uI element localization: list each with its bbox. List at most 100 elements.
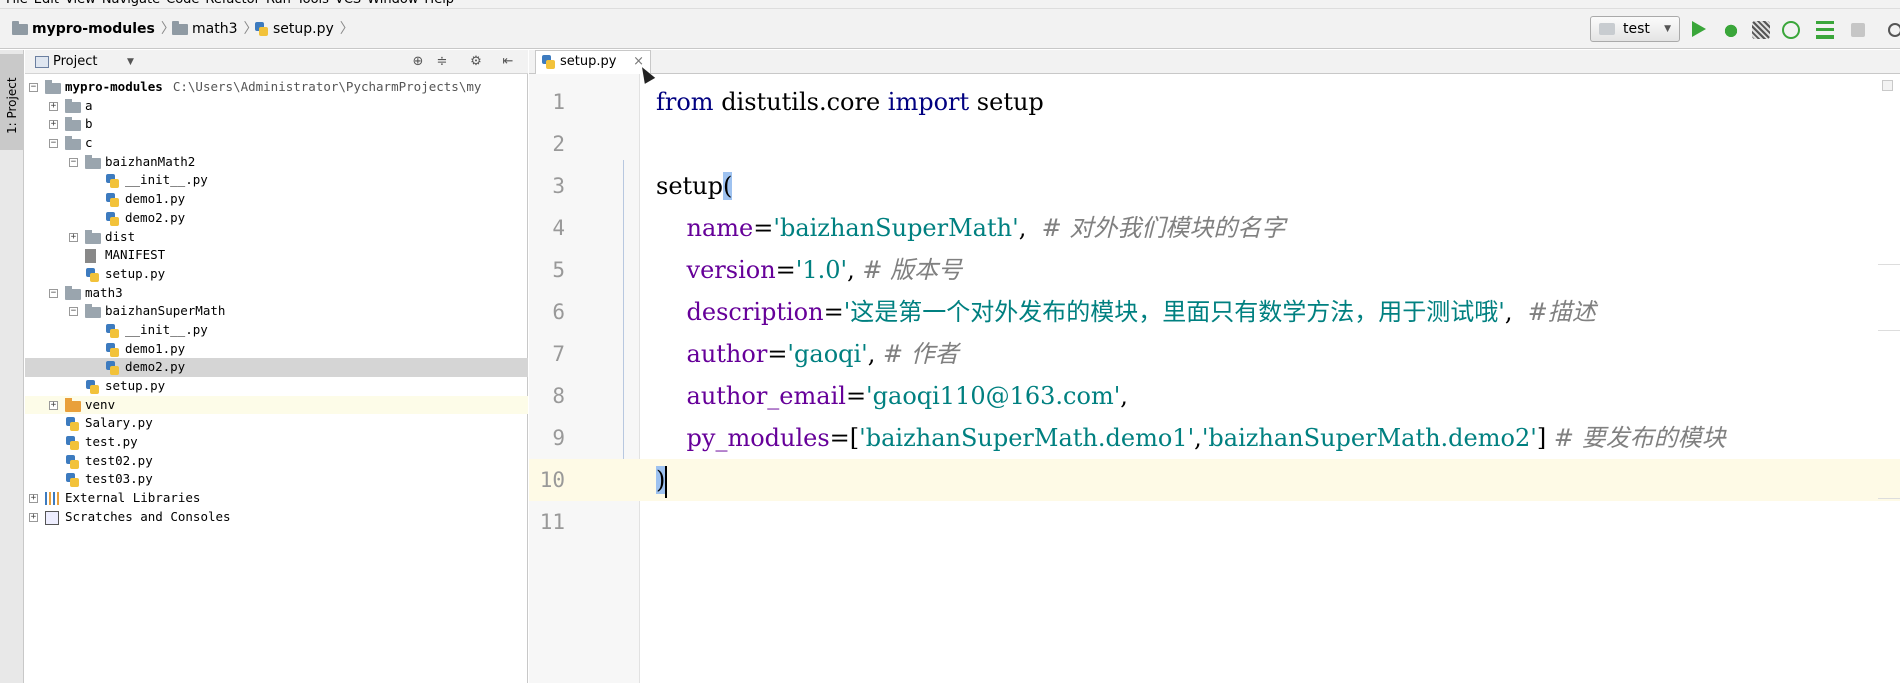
code-line[interactable]: 2 [529, 123, 1900, 165]
code-editor[interactable]: 1 from distutils.core import setup 2 3 setup… [529, 81, 1900, 543]
stop-icon[interactable] [1851, 23, 1865, 37]
breadcrumb-setup-py[interactable]: setup.py 〉 [254, 19, 354, 39]
tree-item-label: b [85, 116, 93, 132]
hide-panel-icon[interactable]: ⇤ [501, 55, 515, 69]
menu-item-navigate[interactable]: Navigate [102, 0, 160, 9]
gear-icon[interactable]: ⚙ [469, 55, 483, 69]
tree-item[interactable]: + a [25, 97, 528, 116]
search-icon[interactable] [1888, 23, 1900, 37]
collapse-all-icon[interactable]: ≑ [435, 55, 449, 69]
tree-item[interactable]: + External Libraries [25, 489, 528, 508]
tree-item[interactable]: test.py [25, 433, 528, 452]
code-token: from [656, 88, 714, 116]
menu-item-file[interactable]: File [6, 0, 28, 9]
code-line[interactable]: 1 from distutils.core import setup [529, 81, 1900, 123]
tree-item[interactable]: demo2.py [25, 209, 528, 228]
tree-item[interactable]: demo2.py [25, 358, 528, 377]
code-token: = [775, 256, 796, 284]
tree-item[interactable]: − c [25, 134, 528, 153]
tree-item[interactable]: + dist [25, 228, 528, 247]
code-token: =[ [829, 424, 860, 452]
code-token: , [847, 256, 863, 284]
expand-toggle-icon[interactable]: + [29, 494, 38, 504]
menu-item-view[interactable]: View [65, 0, 96, 9]
expand-toggle-icon[interactable]: + [49, 101, 58, 111]
code-line[interactable]: 8 author_email='gaoqi110@163.com', [529, 375, 1900, 417]
code-token: py_modules [656, 424, 830, 452]
breadcrumb-project[interactable]: mypro-modules 〉 [12, 19, 175, 39]
menu-item-run[interactable]: Run [266, 0, 291, 9]
code-line[interactable]: 7 author='gaoqi', # 作者 [529, 333, 1900, 375]
code-line[interactable]: 11 [529, 501, 1900, 543]
profile-icon[interactable] [1782, 21, 1800, 39]
breadcrumb-math3[interactable]: math3 〉 [172, 19, 258, 39]
code-line[interactable]: 10) [529, 459, 1900, 501]
code-line[interactable]: 3 setup( [529, 165, 1900, 207]
code-token: 'gaoqi110@163.com' [866, 382, 1121, 410]
menu-item-vcs[interactable]: VCS [335, 0, 361, 9]
menu-item-window[interactable]: Window [367, 0, 418, 9]
run-with-coverage-icon[interactable] [1752, 21, 1770, 39]
menu-item-help[interactable]: Help [424, 0, 454, 9]
tree-item[interactable]: − math3 [25, 284, 528, 303]
tree-item[interactable]: demo1.py [25, 340, 528, 359]
collapse-toggle-icon[interactable]: − [29, 83, 38, 92]
expand-toggle-icon[interactable]: + [49, 400, 58, 410]
menu-item-tools[interactable]: Tools [297, 0, 329, 9]
collapse-toggle-icon[interactable]: − [69, 307, 78, 317]
tree-item-label: baizhanMath2 [105, 153, 196, 169]
code-line[interactable]: 4 name='baizhanSuperMath', # 对外我们模块的名字 [529, 207, 1900, 249]
breadcrumb-label: math3 [192, 21, 238, 37]
run-icon[interactable] [1692, 21, 1706, 37]
concurrency-diagram-icon[interactable] [1816, 21, 1834, 39]
expand-toggle-icon[interactable]: + [49, 120, 58, 130]
project-tool-tab[interactable]: 1: Project [0, 54, 24, 150]
code-token: = [845, 382, 867, 410]
editor-tab-setup-py[interactable]: setup.py × [535, 50, 651, 74]
chevron-down-icon[interactable]: ▼ [127, 50, 134, 74]
collapse-toggle-icon[interactable]: − [49, 139, 58, 149]
code-line[interactable]: 6 description='这是第一个对外发布的模块，里面只有数学方法，用于测… [529, 291, 1900, 333]
tree-item[interactable]: − baizhanMath2 [25, 153, 528, 172]
folder-icon [85, 304, 101, 319]
line-number: 6 [552, 300, 565, 324]
tree-item[interactable]: test02.py [25, 452, 528, 471]
expand-toggle-icon[interactable]: + [69, 232, 78, 242]
code-line-text: from distutils.core import setup [656, 81, 1044, 123]
code-line[interactable]: 5 version='1.0', # 版本号 [529, 249, 1900, 291]
project-panel-title[interactable]: Project [53, 50, 97, 74]
tree-item[interactable]: Salary.py [25, 414, 528, 433]
tree-item[interactable]: __init__.py [25, 171, 528, 190]
code-token: '这是第一个对外发布的模块，里面只有数学方法，用于测试哦' [843, 298, 1505, 326]
python-file-icon [105, 342, 120, 358]
menu-item-code[interactable]: Code [166, 0, 199, 9]
run-configuration-select[interactable]: test ▼ [1590, 16, 1680, 42]
tree-item-label: __init__.py [125, 321, 208, 337]
folder-icon [85, 154, 101, 169]
code-line[interactable]: 9 py_modules=['baizhanSuperMath.demo1','… [529, 417, 1900, 459]
tree-item[interactable]: + venv [25, 395, 528, 415]
expand-toggle-icon[interactable]: + [29, 512, 38, 522]
locate-file-icon[interactable]: ⊕ [411, 55, 425, 69]
menu-item-edit[interactable]: Edit [34, 0, 59, 9]
debug-bug-icon[interactable] [1722, 21, 1740, 39]
tree-item[interactable]: MANIFEST [25, 246, 528, 265]
scrollbar-marker [1878, 330, 1900, 331]
code-token: , [867, 340, 884, 368]
tree-item[interactable]: __init__.py [25, 321, 528, 340]
tree-item[interactable]: test03.py [25, 470, 528, 489]
tree-item[interactable]: demo1.py [25, 190, 528, 209]
menu-item-refactor[interactable]: Refactor [205, 0, 260, 9]
tree-item-label: dist [105, 228, 136, 244]
tree-root-row[interactable]: − mypro-modules C:\Users\Administrator\Pyc… [25, 78, 528, 97]
tree-item[interactable]: − baizhanSuperMath [25, 302, 528, 321]
collapse-toggle-icon[interactable]: − [49, 288, 58, 298]
code-line-text: version='1.0', # 版本号 [656, 249, 963, 291]
tree-item[interactable]: setup.py [25, 265, 528, 284]
tree-item[interactable]: + Scratches and Consoles [25, 508, 528, 527]
inspection-status-icon[interactable] [1882, 80, 1893, 91]
collapse-toggle-icon[interactable]: − [69, 157, 78, 167]
code-token: , [1018, 214, 1042, 242]
tree-item[interactable]: setup.py [25, 377, 528, 396]
tree-item[interactable]: + b [25, 115, 528, 134]
